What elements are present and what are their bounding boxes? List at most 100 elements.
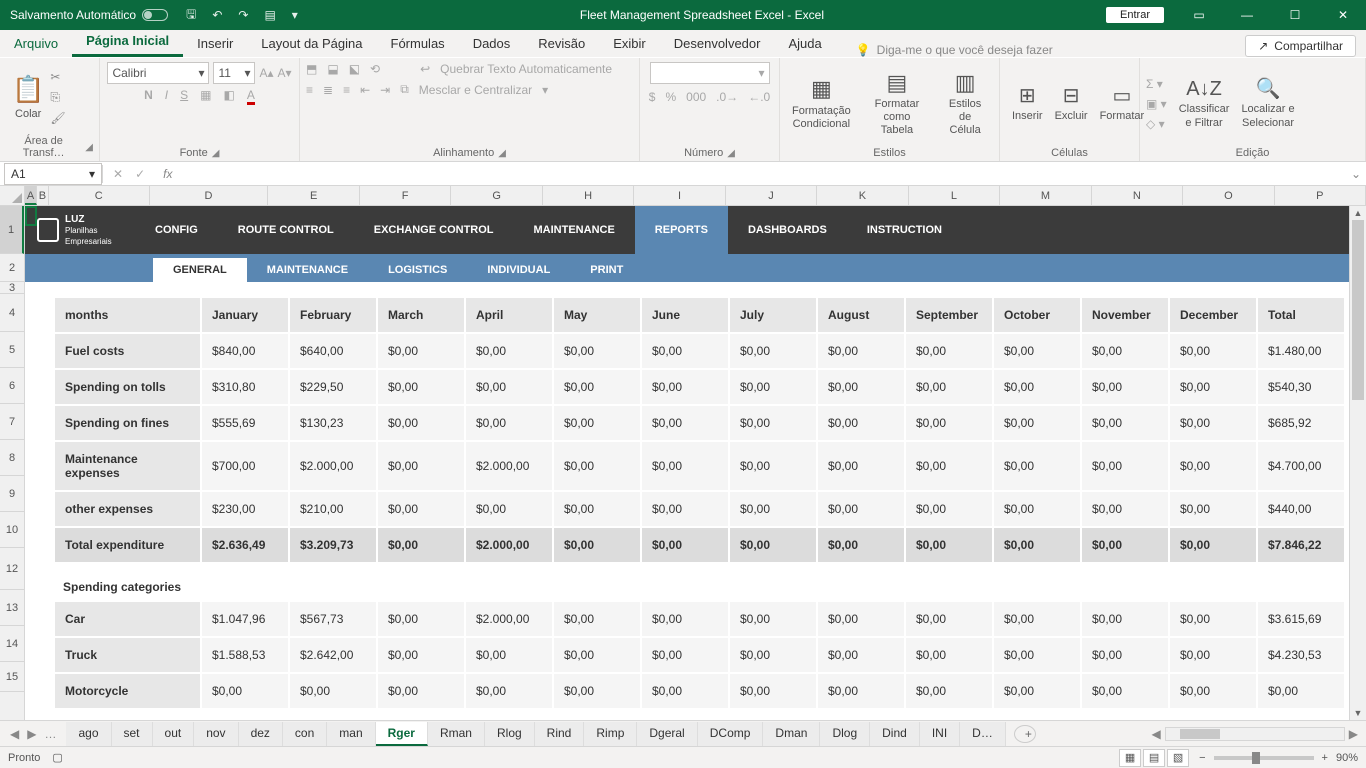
row-header-4[interactable]: 4 xyxy=(0,294,24,332)
cell[interactable]: $0,00 xyxy=(378,442,464,490)
expand-formula-bar-icon[interactable]: ⌄ xyxy=(1346,167,1366,181)
sheet-tab-dcomp[interactable]: DComp xyxy=(698,722,764,746)
cell[interactable]: $1.047,96 xyxy=(202,602,288,636)
tab-ajuda[interactable]: Ajuda xyxy=(774,30,835,57)
insert-cells-button[interactable]: ⊞Inserir xyxy=(1006,84,1049,123)
touch-mode-icon[interactable]: ▤ xyxy=(264,8,275,22)
cell[interactable]: $0,00 xyxy=(906,442,992,490)
cell[interactable]: $130,23 xyxy=(290,406,376,440)
tab-layout-da-página[interactable]: Layout da Página xyxy=(247,30,376,57)
cell-total[interactable]: $0,00 xyxy=(378,528,464,562)
bold-icon[interactable]: N xyxy=(144,88,153,102)
cell[interactable]: $540,30 xyxy=(1258,370,1344,404)
clear-icon[interactable]: ◇ ▾ xyxy=(1146,117,1167,131)
sheet-tab-ini[interactable]: INI xyxy=(920,722,960,746)
hscroll-right-icon[interactable]: ▶ xyxy=(1345,727,1362,741)
col-header-J[interactable]: J xyxy=(726,186,817,205)
cell[interactable]: $0,00 xyxy=(906,602,992,636)
tab-exibir[interactable]: Exibir xyxy=(599,30,660,57)
cell[interactable]: $700,00 xyxy=(202,442,288,490)
cell[interactable]: $0,00 xyxy=(642,406,728,440)
row-header-2[interactable]: 2 xyxy=(0,254,24,282)
orientation-icon[interactable]: ⟲ xyxy=(370,62,380,76)
autosum-icon[interactable]: Σ ▾ xyxy=(1146,77,1167,91)
cell[interactable]: $0,00 xyxy=(906,406,992,440)
increase-font-icon[interactable]: A▴ xyxy=(259,66,273,80)
cell[interactable]: $2.000,00 xyxy=(290,442,376,490)
cell[interactable]: $0,00 xyxy=(466,334,552,368)
decrease-font-icon[interactable]: A▾ xyxy=(278,66,292,80)
col-header-I[interactable]: I xyxy=(634,186,725,205)
save-icon[interactable]: 🖫 xyxy=(186,5,196,26)
nav-reports[interactable]: REPORTS xyxy=(635,206,728,254)
col-header-H[interactable]: H xyxy=(543,186,634,205)
dialog-launcher-icon[interactable]: ◢ xyxy=(212,148,220,159)
cell[interactable]: $0,00 xyxy=(906,370,992,404)
cell[interactable]: $0,00 xyxy=(642,602,728,636)
underline-icon[interactable]: S xyxy=(180,88,188,102)
cancel-formula-icon[interactable]: ✕ xyxy=(113,167,123,181)
cell[interactable]: $0,00 xyxy=(378,602,464,636)
cell[interactable]: $0,00 xyxy=(730,602,816,636)
cell[interactable]: $229,50 xyxy=(290,370,376,404)
cut-icon[interactable]: ✂ xyxy=(50,70,65,84)
maximize-icon[interactable]: ☐ xyxy=(1272,0,1318,30)
cell[interactable]: $0,00 xyxy=(554,674,640,708)
subtab-general[interactable]: GENERAL xyxy=(153,258,247,282)
cell[interactable]: $0,00 xyxy=(994,492,1080,526)
tab-desenvolvedor[interactable]: Desenvolvedor xyxy=(660,30,775,57)
cell[interactable]: $0,00 xyxy=(1082,370,1168,404)
cell[interactable]: $0,00 xyxy=(466,370,552,404)
cell-total[interactable]: $0,00 xyxy=(818,528,904,562)
cell[interactable]: $0,00 xyxy=(1170,638,1256,672)
cell[interactable]: $310,80 xyxy=(202,370,288,404)
signin-button[interactable]: Entrar xyxy=(1106,7,1164,23)
nav-route-control[interactable]: ROUTE CONTROL xyxy=(218,206,354,254)
sheet-tab-dlog[interactable]: Dlog xyxy=(820,722,870,746)
col-header-A[interactable]: A xyxy=(25,186,37,205)
col-header-E[interactable]: E xyxy=(268,186,359,205)
cell[interactable]: $0,00 xyxy=(554,492,640,526)
font-color-icon[interactable]: A xyxy=(247,88,255,102)
cell[interactable]: $0,00 xyxy=(554,370,640,404)
cell[interactable]: $4.700,00 xyxy=(1258,442,1344,490)
cell[interactable]: $0,00 xyxy=(642,638,728,672)
cell-styles-button[interactable]: ▥Estilos de Célula xyxy=(937,70,993,138)
cell[interactable]: $2.642,00 xyxy=(290,638,376,672)
col-header-C[interactable]: C xyxy=(49,186,150,205)
cell[interactable]: $0,00 xyxy=(466,638,552,672)
zoom-level[interactable]: 90% xyxy=(1336,752,1358,764)
sheet-tab-dman[interactable]: Dman xyxy=(763,722,820,746)
cell[interactable]: $0,00 xyxy=(818,638,904,672)
cell[interactable]: $0,00 xyxy=(994,406,1080,440)
dialog-launcher-icon[interactable]: ◢ xyxy=(727,148,735,159)
cell-total[interactable]: $0,00 xyxy=(1082,528,1168,562)
tell-me[interactable]: 💡 Diga-me o que você deseja fazer xyxy=(856,43,1053,57)
cell-total[interactable]: $3.209,73 xyxy=(290,528,376,562)
cell-total[interactable]: $0,00 xyxy=(994,528,1080,562)
row-header-3[interactable]: 3 xyxy=(0,282,24,294)
tab-dados[interactable]: Dados xyxy=(459,30,525,57)
hscroll-thumb[interactable] xyxy=(1180,729,1220,739)
sheet-tab-con[interactable]: con xyxy=(283,722,327,746)
cell[interactable]: $0,00 xyxy=(642,442,728,490)
cell[interactable]: $0,00 xyxy=(730,638,816,672)
merge-icon[interactable]: ⧉ xyxy=(400,82,409,97)
percent-format-icon[interactable]: % xyxy=(665,90,676,104)
subtab-maintenance[interactable]: MAINTENANCE xyxy=(247,258,368,282)
fx-icon[interactable]: fx xyxy=(155,167,180,181)
col-header-G[interactable]: G xyxy=(451,186,542,205)
tab-fórmulas[interactable]: Fórmulas xyxy=(377,30,459,57)
cell-total[interactable]: $0,00 xyxy=(730,528,816,562)
zoom-out-button[interactable]: − xyxy=(1199,752,1205,764)
italic-icon[interactable]: I xyxy=(165,88,168,102)
cell-total[interactable]: $0,00 xyxy=(554,528,640,562)
cell[interactable]: $0,00 xyxy=(818,334,904,368)
sheet-tab-set[interactable]: set xyxy=(112,722,153,746)
cell[interactable]: $0,00 xyxy=(730,492,816,526)
cell[interactable]: $0,00 xyxy=(730,334,816,368)
row-header-8[interactable]: 8 xyxy=(0,440,24,476)
enter-formula-icon[interactable]: ✓ xyxy=(135,167,145,181)
sheet-tab-dez[interactable]: dez xyxy=(239,722,283,746)
nav-config[interactable]: CONFIG xyxy=(135,206,218,254)
